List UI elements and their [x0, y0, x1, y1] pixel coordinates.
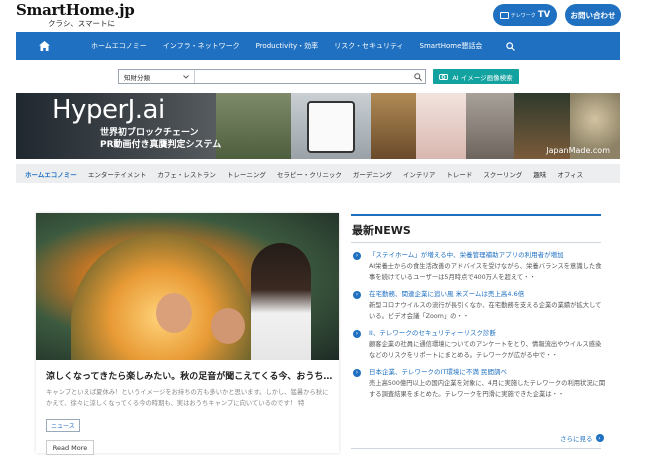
main-nav: ホームエコノミー インフラ・ネットワーク Productivity・効率 リスク… [16, 32, 620, 60]
mother-figure [251, 243, 311, 360]
banner-photo-shop [466, 93, 514, 159]
cat-tab-trade[interactable]: トレード [446, 169, 472, 179]
tv-icon [499, 11, 509, 19]
cat-tab-therapy-clinic[interactable]: セラピー・クリニック [277, 169, 342, 179]
child-figure [156, 293, 192, 333]
article-tag[interactable]: ニュース [46, 419, 80, 432]
home-nav-button[interactable] [16, 32, 72, 60]
article-image[interactable] [36, 213, 339, 360]
search-bar: 知財分類 [118, 69, 426, 84]
tv-button-label: TV [537, 10, 551, 20]
category-tabs: ホームエコノミー エンターテイメント カフェ・レストラン トレーニング セラピー… [16, 164, 620, 183]
cat-tab-training[interactable]: トレーニング [227, 169, 266, 179]
news-item-body: 顧客企業の社員に通信環境についてのアンケートをとり、情報流出やウイルス感染などの… [369, 341, 602, 359]
contact-button[interactable]: お問い合わせ [565, 4, 621, 26]
category-select[interactable]: 知財分類 [119, 70, 195, 83]
chevron-right-icon: › [353, 252, 361, 260]
ai-image-search-button[interactable]: AI イメージ画像検索 [433, 69, 519, 84]
hyperj-banner[interactable]: HyperJ.ai 世界初ブロックチェーン PR動画付き真贋判定システム Jap… [16, 93, 620, 159]
cat-tab-gardening[interactable]: ガーデニング [353, 169, 392, 179]
news-item-title[interactable]: II、テレワークのセキュリティーリスク診断 [369, 328, 606, 339]
site-header: SmartHome.jp クラシ、スマートに テレワーク TV お問い合わせ [0, 0, 650, 32]
news-item-body: 売上高500億円以上の国内企業を対象に、4月に実施したテレワークの利用状況に関す… [369, 380, 606, 398]
search-submit-button[interactable] [411, 70, 425, 83]
cat-tab-interior[interactable]: インテリア [403, 169, 436, 179]
site-logo[interactable]: SmartHome.jp クラシ、スマートに [16, 1, 135, 29]
search-input[interactable] [195, 70, 411, 83]
article-excerpt: キャンプといえば夏休み！というイメージをお持ちの方も多いかと思います。しかし、猛… [46, 389, 329, 407]
banner-photo-phone [291, 93, 371, 159]
cat-tab-home-economy[interactable]: ホームエコノミー [25, 169, 77, 179]
news-item-body: AI栄養士からの食生活改善のアドバイスを受けながら、栄養バランスを意識した食事を… [369, 263, 602, 281]
news-item-body: 新型コロナウイルスの流行が長引くなか、在宅勤務を支える企業の業績が拡大している。… [369, 302, 602, 320]
news-list: › 「ステイホーム」が増える中、栄養管理補助アプリの利用者が増加 AI栄養士から… [351, 250, 606, 406]
category-select-value: 知財分類 [124, 73, 150, 82]
tv-button-small-label: テレワーク [510, 12, 536, 19]
phone-screen [307, 101, 355, 153]
news-heading: 最新NEWS [352, 224, 411, 237]
nav-item-productivity[interactable]: Productivity・効率 [256, 41, 319, 51]
news-more-link[interactable]: さらに見る › [560, 433, 604, 443]
home-icon [38, 41, 50, 51]
child-figure [211, 308, 245, 344]
chevron-right-icon: › [595, 434, 604, 442]
banner-subtitle-line1: 世界初ブロックチェーン [100, 128, 199, 138]
article-title[interactable]: 涼しくなってきたら楽しみたい。秋の足音が聞こえてくる今、おうちキャンプ [46, 369, 336, 382]
news-more-label: さらに見る [560, 435, 593, 443]
banner-photo-sake [371, 93, 416, 159]
banner-subtitle-line2: PR動画付き真贋判定システム [100, 140, 222, 150]
news-item[interactable]: › 在宅勤務、関連企業に追い風 米ズームは売上高4.6倍 新型コロナウイルスの流… [351, 289, 606, 322]
news-item[interactable]: › II、テレワークのセキュリティーリスク診断 顧客企業の社員に通信環境について… [351, 328, 606, 361]
news-item[interactable]: › 「ステイホーム」が増える中、栄養管理補助アプリの利用者が増加 AI栄養士から… [351, 250, 606, 283]
camera-icon [439, 74, 449, 80]
featured-article-card[interactable]: 涼しくなってきたら楽しみたい。秋の足音が聞こえてくる今、おうちキャンプ キャンプ… [36, 213, 339, 455]
chevron-right-icon: › [353, 291, 361, 299]
cat-tab-hobby[interactable]: 趣味 [533, 169, 546, 179]
banner-title: HyperJ.ai [52, 95, 165, 125]
news-item[interactable]: › 日本企業、テレワークのIT環境に不満 民間調べ 売上高500億円以上の国内企… [351, 367, 606, 400]
nav-item-infra-network[interactable]: インフラ・ネットワーク [163, 41, 240, 51]
banner-photo-cosmetics [416, 93, 466, 159]
cat-tab-entertainment[interactable]: エンターテイメント [88, 169, 147, 179]
cat-tab-schooling[interactable]: スクーリング [483, 169, 522, 179]
chevron-right-icon: › [353, 369, 361, 377]
news-item-title[interactable]: 日本企業、テレワークのIT環境に不満 民間調べ [369, 367, 606, 378]
nav-item-smarthome-forum[interactable]: SmartHome懇話会 [420, 41, 483, 51]
news-item-title[interactable]: 「ステイホーム」が増える中、栄養管理補助アプリの利用者が増加 [369, 250, 606, 261]
banner-url: JapanMade.com [546, 146, 610, 155]
cat-tab-office[interactable]: オフィス [557, 169, 583, 179]
banner-subtitle: 世界初ブロックチェーン PR動画付き真贋判定システム [100, 127, 221, 151]
chevron-down-icon [183, 74, 189, 79]
nav-item-risk-security[interactable]: リスク・セキュリティ [334, 41, 403, 51]
news-top-divider [351, 214, 601, 216]
news-item-title[interactable]: 在宅勤務、関連企業に追い風 米ズームは売上高4.6倍 [369, 289, 606, 300]
cat-tab-cafe-restaurant[interactable]: カフェ・レストラン [157, 169, 216, 179]
search-icon [506, 41, 516, 51]
telework-tv-button[interactable]: テレワーク TV [493, 4, 557, 26]
search-icon [414, 72, 422, 81]
news-heading-divider [351, 242, 601, 243]
chevron-right-icon: › [353, 330, 361, 338]
news-bottom-divider [351, 448, 601, 449]
read-more-button[interactable]: Read More [46, 440, 94, 455]
nav-search-button[interactable] [506, 41, 516, 51]
logo-title: SmartHome.jp [16, 1, 135, 19]
logo-tagline: クラシ、スマートに [48, 19, 115, 28]
banner-photo-golf [216, 93, 291, 159]
nav-item-home-economy[interactable]: ホームエコノミー [91, 41, 147, 51]
ai-image-search-label: AI イメージ画像検索 [452, 73, 513, 82]
